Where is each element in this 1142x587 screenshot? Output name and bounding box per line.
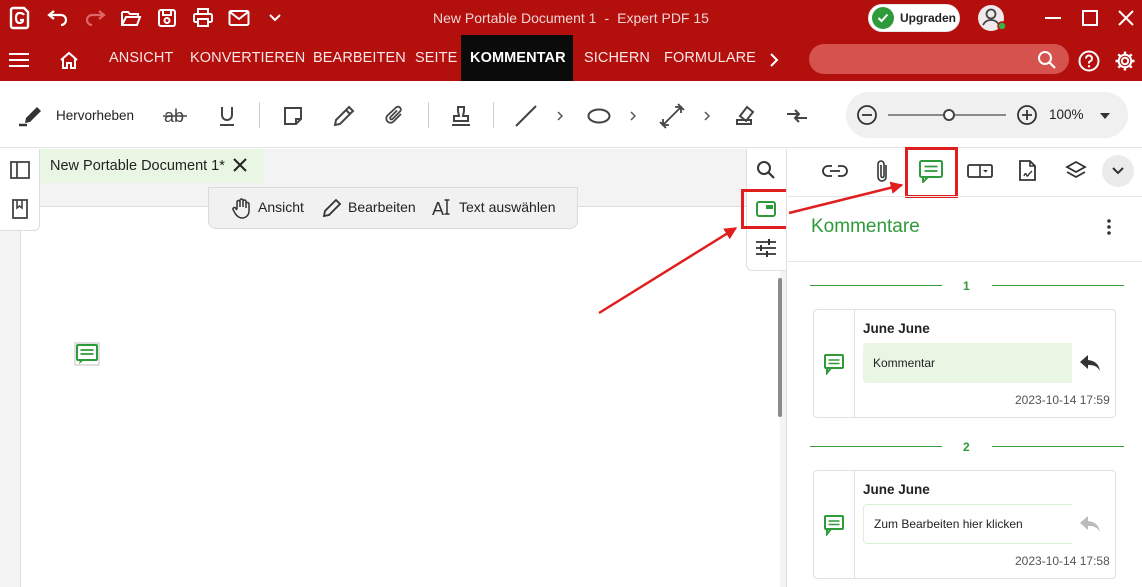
search-icon[interactable] [1035,48,1059,72]
line-tool-icon[interactable] [512,102,540,130]
link-icon[interactable] [820,158,850,184]
zoom-level[interactable]: 100% [1049,107,1084,122]
comment-date: 2023-10-14 17:58 [1015,554,1110,568]
page-group-line [810,446,942,447]
help-icon[interactable] [1076,48,1102,74]
toolbar-divider [259,102,260,128]
comment-author: June June [863,321,930,336]
menu-kommentar[interactable]: KOMMENTAR [461,35,573,81]
close-tab-icon[interactable] [232,157,248,177]
chevron-down-icon[interactable] [264,8,286,28]
chevron-right-icon[interactable] [553,108,567,124]
edit-mode-label[interactable]: Bearbeiten [348,199,416,215]
mail-icon[interactable] [227,6,251,30]
menu-formulare[interactable]: FORMULARE [664,35,756,81]
highlight-frame [741,189,789,229]
panel-title-divider [787,261,1142,262]
toolbar-divider [493,102,494,128]
toolbar-divider [428,102,429,128]
home-icon[interactable] [56,48,82,72]
menu-konvertieren[interactable]: KONVERTIEREN [190,35,305,81]
open-folder-icon[interactable] [119,6,143,30]
card-divider [854,471,855,578]
paperclip-icon[interactable] [871,157,895,185]
menu-ansicht[interactable]: ANSICHT [109,35,173,81]
user-avatar-icon[interactable] [976,4,1008,32]
redo-icon[interactable] [83,7,107,29]
sticky-note-icon[interactable] [280,102,306,130]
menu-bearbeiten[interactable]: BEARBEITEN [313,35,406,81]
comment-type-icon [822,352,846,376]
reply-icon[interactable] [1072,504,1108,544]
print-icon[interactable] [191,6,215,30]
highlight-frame [905,147,958,198]
menu-sichern[interactable]: SICHERN [584,35,650,81]
select-text-label[interactable]: Text auswählen [459,199,556,215]
form-field-icon[interactable] [966,160,994,182]
hamburger-menu-icon[interactable] [6,48,32,72]
more-options-icon[interactable] [1099,216,1119,238]
zoom-in-icon[interactable] [1015,103,1039,127]
stamp-icon[interactable] [447,101,475,131]
app-logo-icon [8,5,32,31]
comment-author: June June [863,482,930,497]
ellipse-tool-icon[interactable] [585,104,613,128]
edit-pencil-icon[interactable] [320,196,344,220]
page-group-number: 2 [963,440,970,454]
text-select-icon[interactable]: A [431,196,455,220]
page-group-line [992,446,1124,447]
pencil-icon[interactable] [330,102,358,130]
save-icon[interactable] [156,6,178,30]
close-window-icon[interactable] [1113,6,1139,30]
signature-document-icon[interactable] [1015,157,1041,185]
page-group-line [992,285,1124,286]
settings-gear-icon[interactable] [1112,48,1138,74]
underline-icon[interactable] [214,102,240,130]
view-mode-label[interactable]: Ansicht [258,199,304,215]
card-divider [854,310,855,417]
panel-tabs-divider [787,196,1142,197]
highlight-label[interactable]: Hervorheben [56,108,134,123]
undo-icon[interactable] [46,7,70,29]
document-page[interactable] [20,206,780,587]
comment-type-icon [822,513,846,537]
menu-seite[interactable]: SEITE [415,35,457,81]
chevron-right-icon[interactable] [764,50,784,70]
svg-text:A: A [432,199,444,218]
comment-text[interactable]: Zum Bearbeiten hier klicken [863,504,1075,544]
sliders-icon[interactable] [754,236,778,260]
paperclip-icon[interactable] [381,102,409,130]
check-circle-icon [872,7,894,29]
bookmark-icon[interactable] [8,197,32,221]
page-group-line [810,285,942,286]
strikethrough-icon[interactable]: ab [160,102,190,130]
search-icon[interactable] [754,158,778,182]
reply-icon[interactable] [1072,343,1108,383]
measure-tool-icon[interactable] [658,102,686,130]
highlighter-icon[interactable] [16,103,44,129]
search-input[interactable] [809,44,1069,74]
upgrade-button[interactable]: Upgraden [868,4,960,32]
more-tabs-chevron-icon[interactable] [1102,155,1134,187]
hand-icon[interactable] [230,196,254,220]
minimize-icon[interactable] [1040,6,1066,30]
chevron-right-icon[interactable] [626,108,640,124]
chevron-right-icon[interactable] [700,108,714,124]
caret-down-icon[interactable] [1095,108,1115,124]
page-group-number: 1 [963,279,970,293]
zoom-slider-handle[interactable] [943,109,955,121]
comments-panel-title: Kommentare [811,216,920,237]
zoom-out-icon[interactable] [855,103,879,127]
layers-icon[interactable] [1062,158,1090,184]
compare-arrows-icon[interactable] [783,102,811,130]
comment-annotation-icon[interactable] [74,342,100,366]
maximize-icon[interactable] [1077,6,1103,30]
eraser-icon[interactable] [731,101,759,131]
document-tab-title: New Portable Document 1* [50,158,225,174]
comment-text[interactable]: Kommentar [863,343,1075,383]
document-scrollbar[interactable] [778,278,782,417]
comment-date: 2023-10-14 17:59 [1015,393,1110,407]
panel-toggle-icon[interactable] [8,158,32,182]
document-tab[interactable]: New Portable Document 1* [40,149,264,183]
